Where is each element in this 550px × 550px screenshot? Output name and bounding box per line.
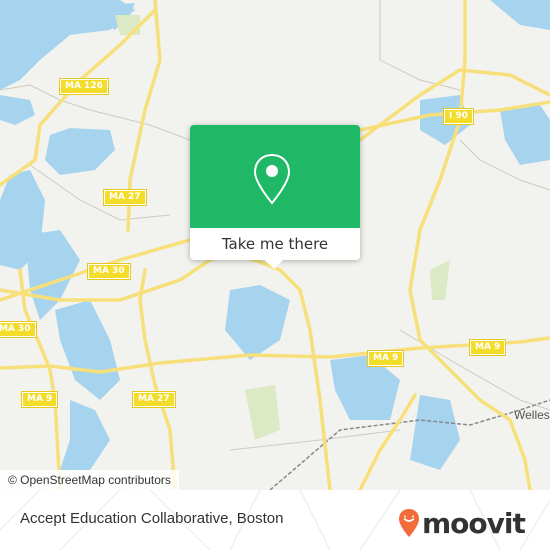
take-me-there-button[interactable]: Take me there <box>190 228 360 260</box>
road-shield-ma27-north: MA 27 <box>103 189 147 206</box>
moovit-logo[interactable]: moovit <box>398 505 526 541</box>
park-s <box>245 385 280 440</box>
road-shield-ma30-east: MA 30 <box>87 263 131 280</box>
place-label-wellesley: Welles <box>514 408 550 422</box>
popup-pointer <box>265 260 283 269</box>
railway-line <box>269 399 550 490</box>
road-shield-i90: I 90 <box>442 108 475 125</box>
road-shield-ma9-west: MA 9 <box>20 391 59 408</box>
water-lake-se <box>410 395 460 470</box>
water-lake-sw <box>60 400 110 470</box>
water-lake-center <box>225 285 290 360</box>
road-shield-ma30-west: MA 30 <box>0 321 37 338</box>
park-e <box>430 260 450 300</box>
moovit-wordmark: moovit <box>422 506 526 540</box>
road-shield-ma126: MA 126 <box>59 78 109 95</box>
water-lake-e <box>500 105 550 165</box>
location-title: Accept Education Collaborative, Boston <box>20 510 284 527</box>
road-shield-ma9-east: MA 9 <box>468 339 507 356</box>
road-shield-ma9-center: MA 9 <box>366 350 405 367</box>
popup-header <box>190 125 360 228</box>
water-lake-w1 <box>0 95 35 125</box>
park-n <box>115 15 140 35</box>
moovit-pin-icon <box>399 509 419 537</box>
water-lake-ne2 <box>490 0 550 30</box>
road-shield-ma27-south: MA 27 <box>132 391 176 408</box>
water-lake-w5 <box>55 300 120 400</box>
attribution-text[interactable]: © OpenStreetMap contributors <box>8 473 171 487</box>
location-popup: Take me there <box>190 125 360 269</box>
map-attribution[interactable]: © OpenStreetMap contributors <box>0 470 179 490</box>
map-pin-icon <box>253 153 291 205</box>
water-lake-w2 <box>45 128 115 175</box>
